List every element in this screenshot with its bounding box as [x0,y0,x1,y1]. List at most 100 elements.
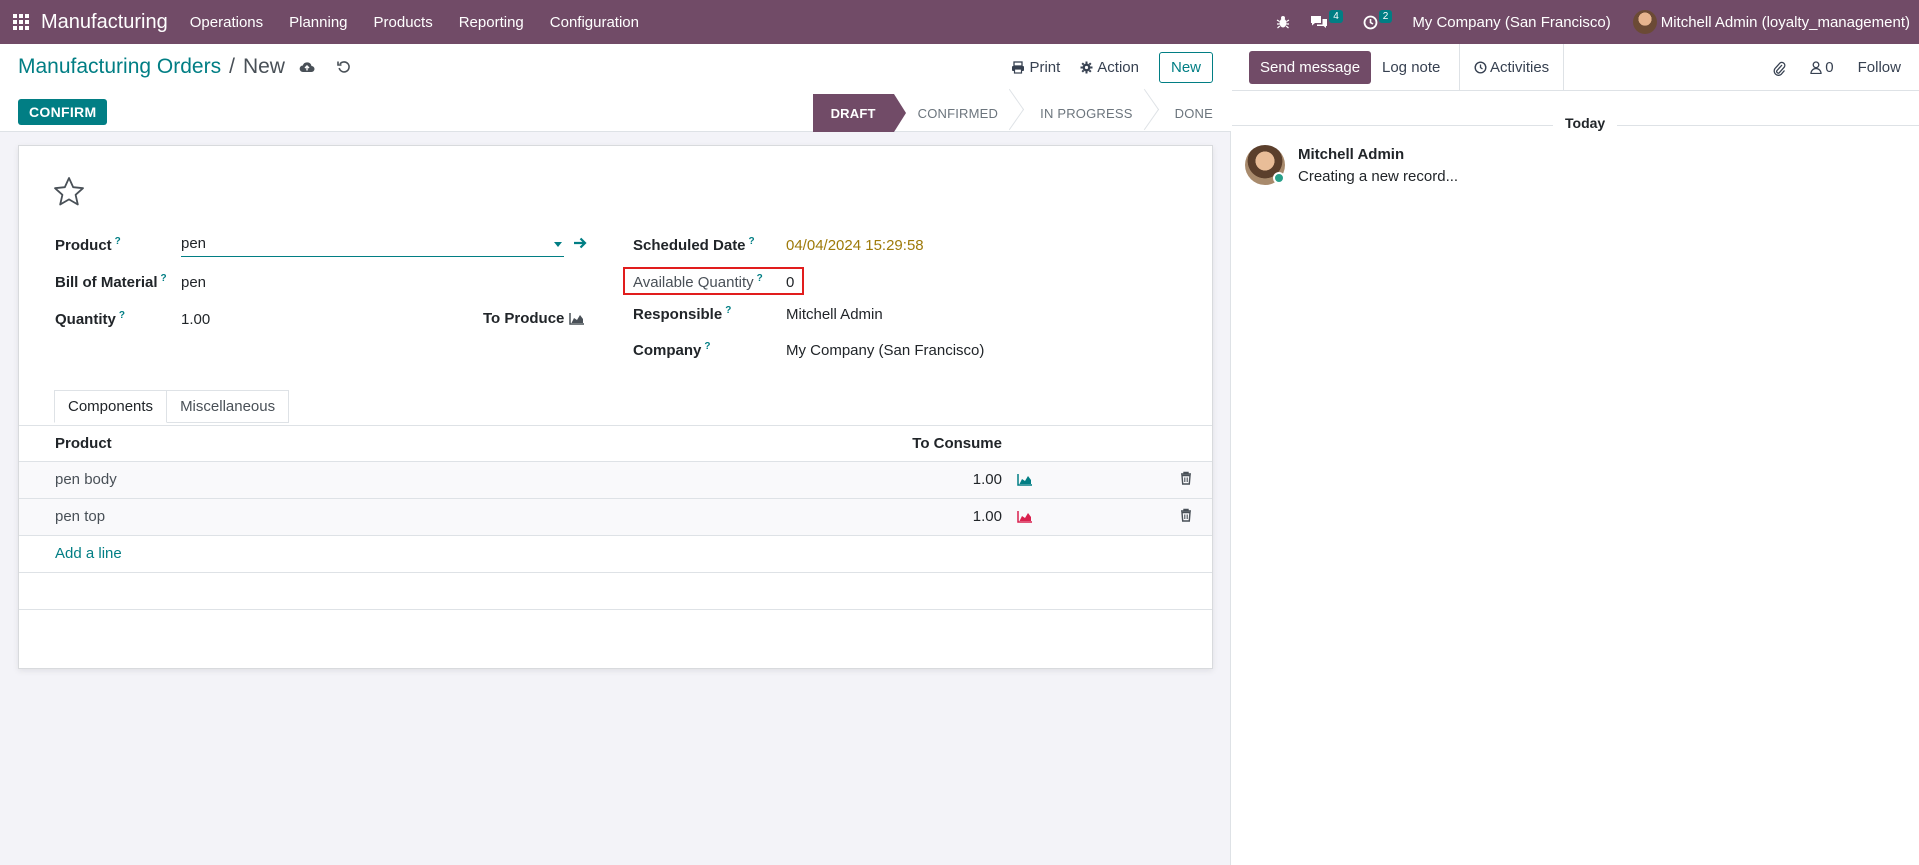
table-row[interactable]: pen top 1.00 [19,499,1212,536]
menu-operations[interactable]: Operations [190,14,263,31]
activities-tab-button[interactable]: Activities [1459,44,1565,91]
row-to-consume[interactable]: 1.00 [973,508,1002,525]
activities-button[interactable]: 2 [1363,9,1393,30]
menu-configuration[interactable]: Configuration [550,14,639,31]
row-to-consume[interactable]: 1.00 [973,471,1002,488]
help-icon[interactable]: ? [757,273,763,284]
app-name[interactable]: Manufacturing [41,11,168,34]
log-note-button[interactable]: Log note [1368,44,1454,91]
debug-bug-icon[interactable] [1276,15,1290,29]
gear-icon [1080,61,1093,74]
to-produce-label: To Produce [483,310,565,327]
message-body: Creating a new record... [1298,168,1459,185]
action-label: Action [1097,59,1139,76]
user-name: Mitchell Admin (loyalty_management) [1660,13,1910,31]
help-icon[interactable]: ? [119,310,125,321]
menu-reporting[interactable]: Reporting [459,14,524,31]
col-product-header[interactable]: Product [55,435,112,452]
available-quantity-label-text: Available Quantity [633,274,754,291]
form-view: Manufacturing Orders / New Print Action … [0,44,1231,865]
responsible-input[interactable]: Mitchell Admin [786,306,883,323]
breadcrumb-current: New [242,55,285,78]
confirm-button[interactable]: CONFIRM [18,99,108,125]
discard-undo-icon[interactable] [337,60,351,74]
scheduled-date-input[interactable]: 04/04/2024 15:29:58 [786,237,924,254]
printer-icon [1012,61,1025,74]
menu-planning[interactable]: Planning [289,14,347,31]
add-line-row: Add a line [19,536,1212,573]
breadcrumb: Manufacturing Orders / New [18,55,351,79]
quantity-input[interactable]: 1.00 [181,311,210,328]
company-switcher[interactable]: My Company (San Francisco) [1412,14,1610,31]
forecast-chart-icon[interactable] [1017,510,1033,527]
product-label-text: Product [55,237,112,254]
product-input-value: pen [181,235,207,252]
priority-star-icon[interactable] [53,176,85,211]
control-panel: Manufacturing Orders / New Print Action … [0,44,1231,132]
scheduled-date-label-text: Scheduled Date [633,237,746,254]
messages-badge: 4 [1329,9,1343,23]
breadcrumb-parent[interactable]: Manufacturing Orders [18,55,221,79]
add-a-line-link[interactable]: Add a line [55,545,122,562]
chatter-topbar: Send message Log note Activities 0 Follo… [1232,44,1919,91]
action-button[interactable]: Action [1080,59,1139,76]
top-navbar: Manufacturing Operations Planning Produc… [0,0,1919,44]
bom-value[interactable]: pen [181,274,206,291]
send-message-button[interactable]: Send message [1249,51,1372,84]
status-bar: DRAFT CONFIRMED IN PROGRESS DONE [812,94,1231,132]
form-sheet: Product? pen Bill of Material? pen Quant… [18,145,1213,669]
empty-row [19,573,1212,610]
components-table: Product To Consume pen body 1.00 pen top… [19,426,1212,610]
table-header: Product To Consume [19,426,1212,462]
help-icon[interactable]: ? [704,341,710,352]
help-icon[interactable]: ? [115,236,121,247]
save-cloud-icon[interactable] [299,61,315,73]
tab-miscellaneous[interactable]: Miscellaneous [166,390,290,423]
date-separator-label: Today [1553,115,1618,131]
new-button[interactable]: New [1158,52,1213,83]
company-label-text: Company [633,342,702,359]
online-status-dot [1273,172,1285,184]
clock-icon [1474,61,1487,74]
table-row[interactable]: pen body 1.00 [19,462,1212,499]
row-product[interactable]: pen top [55,508,105,525]
stage-confirmed[interactable]: CONFIRMED [894,94,1017,132]
follow-button[interactable]: Follow [1858,59,1901,76]
attachment-paperclip-icon[interactable] [1772,60,1786,76]
dropdown-caret-icon[interactable] [554,242,562,247]
stage-in-progress[interactable]: IN PROGRESS [1016,94,1151,132]
print-button[interactable]: Print [1011,59,1060,76]
menu-products[interactable]: Products [374,14,433,31]
chat-bubbles-icon [1311,16,1328,28]
help-icon[interactable]: ? [749,236,755,247]
activities-badge: 2 [1378,9,1393,23]
user-menu[interactable]: Mitchell Admin (loyalty_management) [1632,10,1910,34]
followers-button[interactable]: 0 [1810,59,1834,76]
product-label: Product? [55,236,121,254]
clock-icon [1363,15,1378,29]
company-label: Company? [633,341,710,359]
help-icon[interactable]: ? [725,305,731,316]
col-to-consume-header[interactable]: To Consume [912,435,1002,452]
apps-menu-icon[interactable] [13,14,29,30]
responsible-label-text: Responsible [633,306,723,323]
forecast-chart-icon[interactable] [1017,473,1033,490]
user-icon [1810,61,1822,74]
delete-row-trash-icon[interactable] [1180,508,1192,526]
company-input[interactable]: My Company (San Francisco) [786,342,984,359]
messages-button[interactable]: 4 [1310,9,1343,29]
open-record-arrow-icon[interactable] [573,236,587,253]
product-input[interactable]: pen [181,233,564,257]
help-icon[interactable]: ? [161,273,167,284]
responsible-label: Responsible? [633,305,731,323]
tab-components[interactable]: Components [54,390,168,423]
quantity-label-text: Quantity [55,311,116,328]
stage-draft[interactable]: DRAFT [812,94,906,132]
message-author[interactable]: Mitchell Admin [1298,146,1404,163]
row-product[interactable]: pen body [55,471,117,488]
bom-label: Bill of Material? [55,273,167,291]
activities-label: Activities [1490,59,1550,76]
stage-done[interactable]: DONE [1151,94,1231,132]
forecast-chart-icon[interactable] [569,312,585,329]
delete-row-trash-icon[interactable] [1180,471,1192,489]
